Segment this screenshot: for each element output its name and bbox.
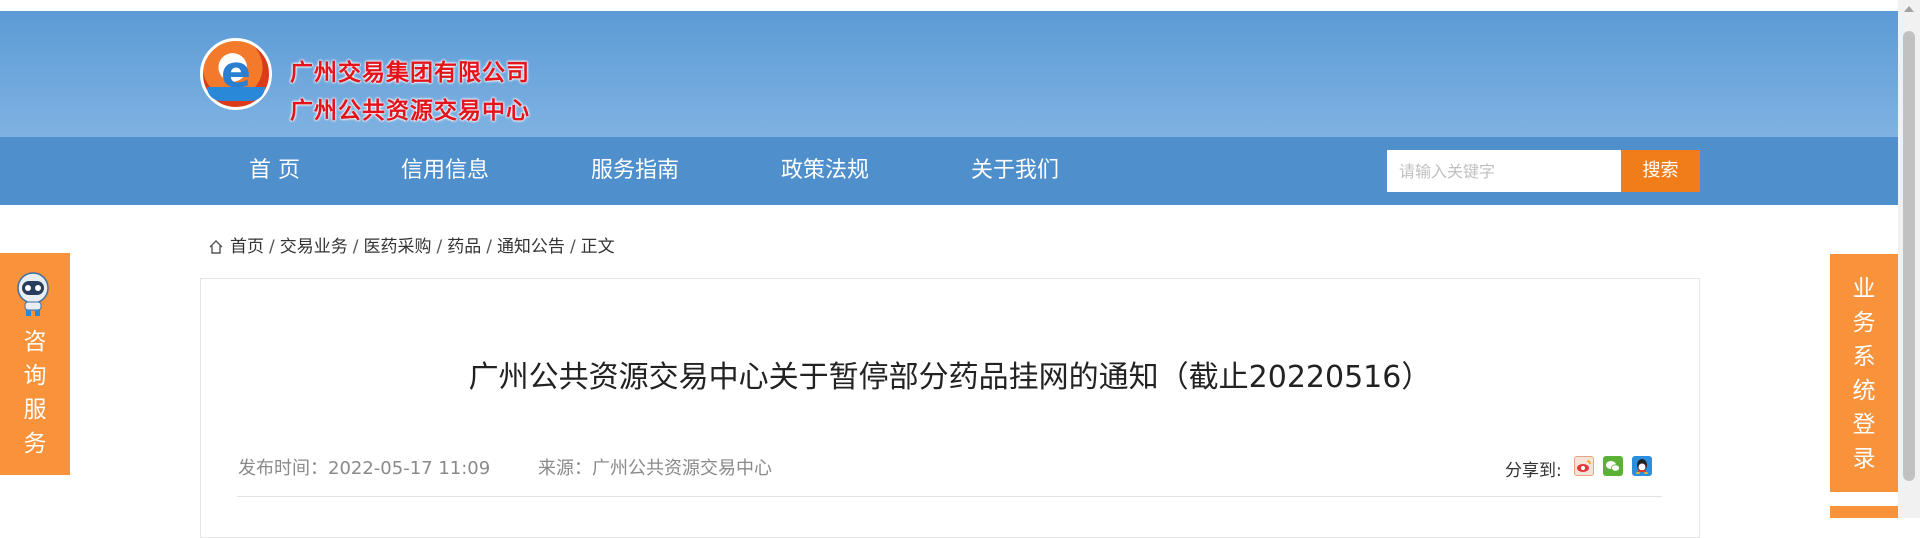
publish-time: 发布时间：2022-05-17 11:09 bbox=[238, 458, 491, 479]
breadcrumb-separator: / bbox=[569, 237, 576, 257]
e-logo-icon[interactable]: e bbox=[200, 38, 272, 110]
breadcrumb-separator: / bbox=[436, 237, 443, 257]
login-char: 业 bbox=[1852, 276, 1876, 302]
breadcrumb-home[interactable]: 首页 bbox=[230, 237, 264, 257]
breadcrumb-separator: / bbox=[269, 237, 275, 257]
search-button[interactable]: 搜索 bbox=[1621, 150, 1700, 192]
breadcrumb-separator: / bbox=[486, 237, 492, 257]
secondary-float-button[interactable] bbox=[1830, 506, 1898, 518]
breadcrumb-separator: / bbox=[352, 237, 359, 257]
nav-item-about[interactable]: 关于我们 bbox=[971, 137, 1059, 205]
home-icon bbox=[208, 237, 224, 263]
login-char: 系 bbox=[1852, 344, 1876, 370]
business-login-label: 业 务 系 统 登 录 bbox=[1830, 272, 1898, 476]
login-char: 务 bbox=[1852, 310, 1876, 336]
org-name-1: 广州交易集团有限公司 bbox=[290, 60, 530, 86]
nav-item-credit[interactable]: 信用信息 bbox=[401, 137, 489, 205]
consult-char: 务 bbox=[23, 431, 47, 457]
consult-char: 询 bbox=[23, 363, 47, 389]
breadcrumb-current: 正文 bbox=[580, 237, 615, 257]
scroll-up-icon[interactable] bbox=[1904, 6, 1914, 12]
article-panel bbox=[200, 278, 1700, 538]
consult-char: 服 bbox=[23, 397, 47, 423]
login-char: 统 bbox=[1852, 378, 1876, 404]
breadcrumb-medical[interactable]: 医药采购 bbox=[363, 237, 431, 257]
login-char: 登 bbox=[1852, 412, 1876, 438]
consult-service-float[interactable]: 咨 询 服 务 bbox=[0, 253, 70, 475]
meta-divider bbox=[237, 496, 1662, 497]
breadcrumb-notices[interactable]: 通知公告 bbox=[497, 237, 565, 257]
login-char: 录 bbox=[1852, 446, 1876, 472]
consult-service-label: 咨 询 服 务 bbox=[0, 325, 70, 461]
nav-item-home[interactable]: 首 页 bbox=[249, 137, 300, 205]
qq-icon[interactable] bbox=[1632, 456, 1652, 476]
robot-icon bbox=[13, 271, 53, 317]
breadcrumb-trading[interactable]: 交易业务 bbox=[280, 237, 348, 257]
logo-wave bbox=[207, 87, 265, 101]
scrollbar-thumb[interactable] bbox=[1903, 31, 1915, 481]
top-strip bbox=[0, 0, 1920, 11]
nav-item-guide[interactable]: 服务指南 bbox=[591, 137, 679, 205]
consult-char: 咨 bbox=[23, 329, 47, 355]
nav-item-policy[interactable]: 政策法规 bbox=[781, 137, 869, 205]
article-source: 来源：广州公共资源交易中心 bbox=[538, 458, 772, 479]
breadcrumb: 首页 / 交易业务 / 医药采购 / 药品 / 通知公告 / 正文 bbox=[208, 234, 615, 260]
article-title: 广州公共资源交易中心关于暂停部分药品挂网的通知（截止20220516） bbox=[468, 360, 1432, 395]
business-login-float[interactable]: 业 务 系 统 登 录 bbox=[1830, 254, 1898, 492]
org-name-2: 广州公共资源交易中心 bbox=[290, 98, 530, 124]
share-label: 分享到: bbox=[1505, 461, 1562, 481]
site-header: e 广州交易集团有限公司 广州公共资源交易中心 bbox=[0, 11, 1898, 137]
search-input[interactable] bbox=[1387, 150, 1621, 192]
breadcrumb-drugs[interactable]: 药品 bbox=[447, 237, 481, 257]
wechat-icon[interactable] bbox=[1603, 456, 1623, 476]
weibo-icon[interactable] bbox=[1574, 456, 1594, 476]
